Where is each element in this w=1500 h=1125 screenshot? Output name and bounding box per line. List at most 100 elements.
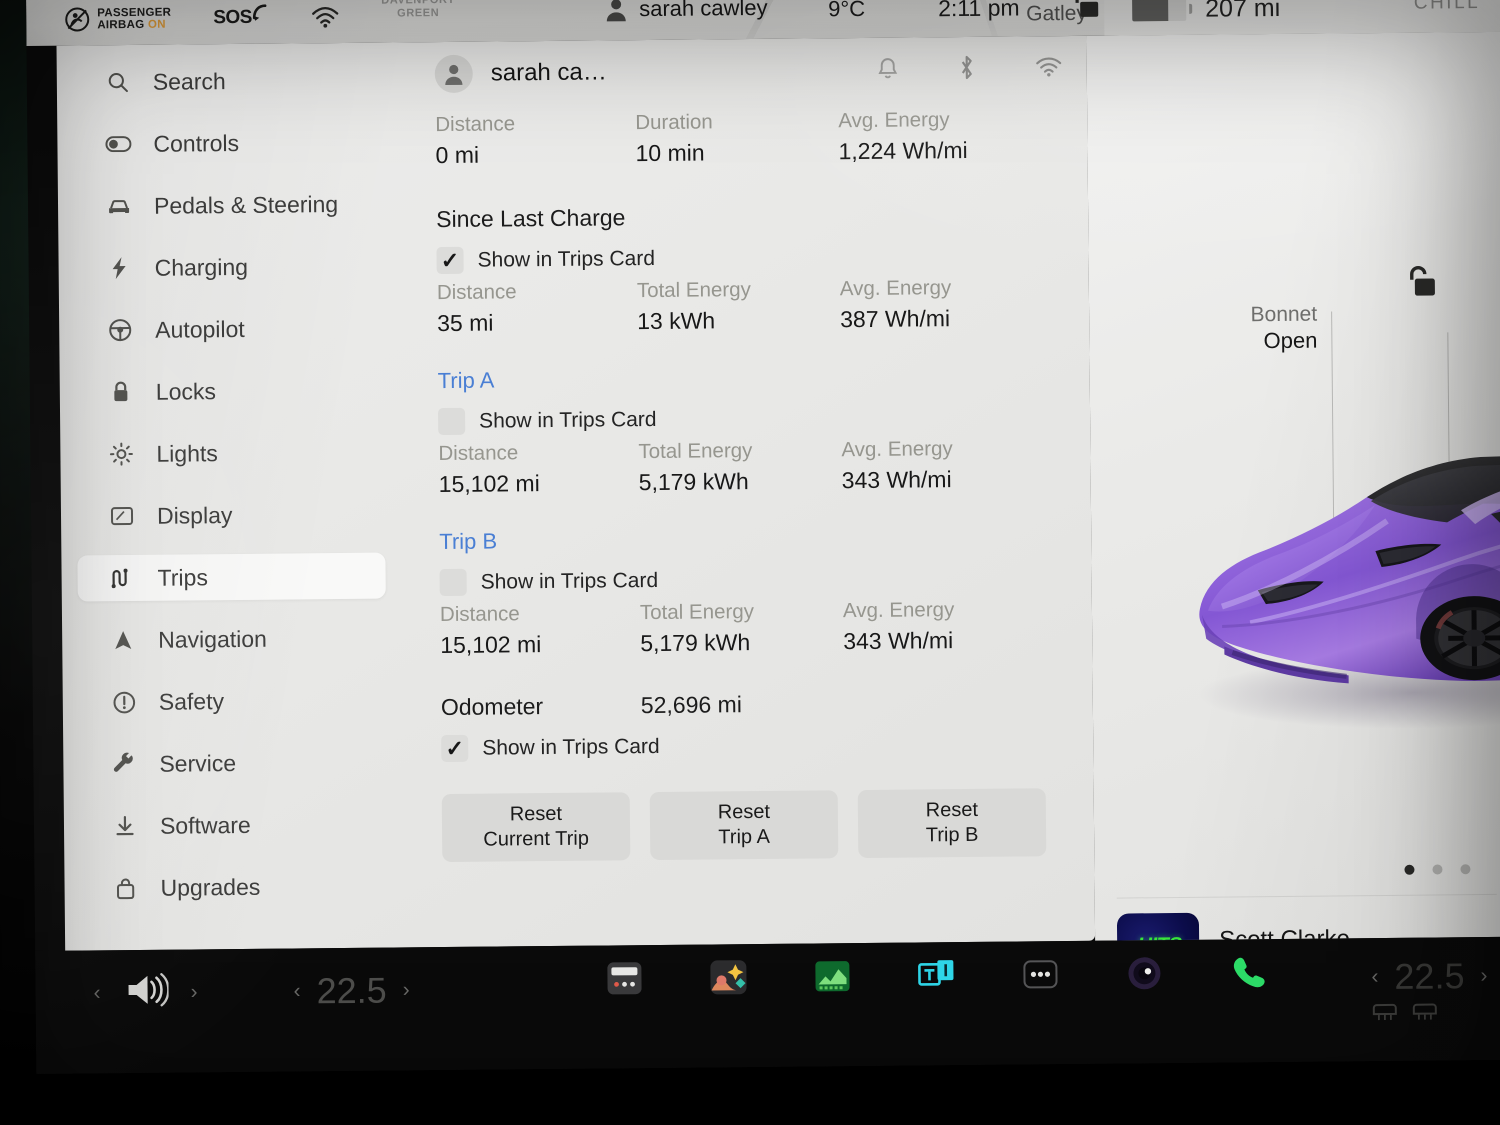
lock-icon	[108, 380, 134, 404]
button-line1: Reset	[925, 798, 979, 822]
seat-heater-right-icon[interactable]	[1412, 1001, 1438, 1026]
page-dot[interactable]	[1404, 864, 1415, 875]
vehicle-lock-status[interactable]	[1066, 0, 1100, 31]
page-indicator-dots[interactable]	[1404, 864, 1471, 875]
dashcam-app-icon[interactable]	[1123, 952, 1165, 994]
stat-value: 15,102 mi	[438, 470, 540, 498]
temp-decrease-button[interactable]: ‹	[293, 979, 300, 1003]
battery-indicator[interactable]: 207 mi	[1132, 0, 1280, 24]
more-app-icon[interactable]	[1019, 953, 1061, 995]
header-status-icons	[877, 54, 1063, 87]
avatar[interactable]	[434, 54, 473, 94]
stat-value: 13 kWh	[637, 307, 716, 335]
temp-increase-button[interactable]: ›	[403, 978, 410, 1002]
page-dot[interactable]	[1432, 864, 1443, 875]
page-dot[interactable]	[1460, 864, 1471, 875]
temp-decrease-button[interactable]: ‹	[1371, 965, 1378, 989]
sidebar-item-navigation[interactable]: Navigation	[78, 615, 386, 664]
photos-app-icon[interactable]	[707, 956, 749, 998]
sidebar-item-service[interactable]: Service	[79, 739, 387, 788]
trips-icon	[110, 567, 136, 589]
stat-block: Avg. Energy 343 Wh/mi	[841, 433, 1074, 495]
media-player-card[interactable]: HITS RADIO MANCHESTER'S BIGGEST HITS Sco…	[1116, 910, 1445, 941]
stat-value: 1,224 Wh/mi	[838, 136, 968, 165]
sos-phone-icon	[252, 4, 267, 21]
person-icon	[606, 0, 626, 22]
stat-block: Avg. Energy 387 Wh/mi	[840, 272, 1073, 334]
sidebar-item-label: Display	[156, 501, 233, 529]
phone-app-icon[interactable]	[1227, 951, 1269, 993]
checkbox[interactable]	[439, 568, 467, 597]
bottom-taskbar: ‹ › ‹ 22.5 › ‹ 22.5 ›	[35, 936, 1500, 1074]
trip-b-stats: Distance 15,102 mi Total Energy 5,179 kW…	[402, 594, 1093, 661]
trip-a-title[interactable]: Trip A	[400, 362, 1090, 395]
button-line2: Trip B	[925, 823, 979, 847]
odometer-value: 52,696 mi	[640, 691, 742, 719]
sidebar-item-label: Charging	[154, 253, 249, 281]
stat-label: Total Energy	[638, 439, 753, 464]
sidebar-item-software[interactable]: Software	[80, 801, 388, 850]
airbag-state: ON	[147, 18, 166, 31]
volume-control[interactable]: ‹ ›	[93, 971, 198, 1013]
reset-trip-a-button[interactable]: Reset Trip A	[649, 790, 839, 861]
passenger-temperature-control[interactable]: ‹ 22.5 ›	[1371, 955, 1487, 998]
sidebar-item-pedals-steering[interactable]: Pedals & Steering	[74, 181, 382, 230]
seat-heater-controls[interactable]	[1372, 1001, 1438, 1027]
wifi-icon[interactable]	[1035, 56, 1063, 83]
sidebar-item-label: Pedals & Steering	[153, 190, 339, 219]
battery-body	[1132, 0, 1187, 22]
sidebar-item-label: Service	[159, 749, 237, 777]
stat-label: Distance	[438, 441, 519, 466]
trip-b-show-in-trips-card[interactable]: Show in Trips Card	[402, 563, 1092, 597]
checkbox[interactable]	[437, 407, 466, 436]
sidebar-item-autopilot[interactable]: Autopilot	[75, 305, 383, 354]
sidebar-item-charging[interactable]: Charging	[74, 243, 382, 292]
trip-a-stats: Distance 15,102 mi Total Energy 5,179 kW…	[400, 433, 1091, 500]
sidebar-item-safety[interactable]: Safety	[79, 677, 387, 726]
reset-current-trip-button[interactable]: Reset Current Trip	[441, 792, 631, 863]
airbag-off-icon	[65, 7, 90, 32]
sidebar-item-controls[interactable]: Controls	[73, 119, 381, 168]
vehicle-visualization-panel: Bonnet Open Scott Clarke	[1086, 31, 1500, 941]
trip-a-show-in-trips-card[interactable]: Show in Trips Card	[400, 402, 1090, 436]
unlocked-padlock-icon	[1075, 0, 1099, 17]
trip-b-title[interactable]: Trip B	[401, 523, 1091, 556]
stat-block: Distance 15,102 mi	[440, 598, 641, 660]
notifications-bell-icon[interactable]	[877, 57, 899, 86]
sidebar-item-upgrades[interactable]: Upgrades	[80, 863, 388, 912]
seat-heater-left-icon[interactable]	[1372, 1002, 1398, 1027]
volume-decrease-button[interactable]: ‹	[93, 981, 100, 1005]
sidebar-item-search[interactable]: Search	[73, 57, 381, 106]
energy-app-icon[interactable]	[811, 955, 853, 997]
battery-cap	[1189, 3, 1193, 14]
odometer-show-in-trips-card[interactable]: ✓ Show in Trips Card	[403, 729, 1093, 763]
stat-value: 343 Wh/mi	[841, 466, 952, 494]
bolt-icon	[107, 256, 133, 280]
download-icon	[112, 815, 138, 837]
wifi-status-icon[interactable]	[310, 5, 340, 29]
stat-value: 0 mi	[435, 141, 480, 169]
since-last-charge-show-in-trips-card[interactable]: ✓ Show in Trips Card	[398, 241, 1088, 275]
driver-temperature-control[interactable]: ‹ 22.5 ›	[293, 969, 409, 1012]
sidebar-item-display[interactable]: Display	[77, 491, 385, 540]
checkbox[interactable]: ✓	[436, 246, 464, 275]
tunein-app-icon[interactable]	[915, 954, 957, 996]
button-line1: Reset	[509, 802, 563, 826]
sidebar-item-lights[interactable]: Lights	[76, 429, 384, 478]
car-unlocked-icon[interactable]	[1399, 260, 1439, 309]
volume-increase-button[interactable]: ›	[190, 980, 197, 1004]
calculator-app-icon[interactable]	[603, 957, 645, 999]
volume-icon[interactable]	[122, 972, 170, 1013]
station-artwork[interactable]: HITS RADIO MANCHESTER'S BIGGEST HITS	[1116, 912, 1200, 941]
driver-profile-button[interactable]: sarah cawley	[604, 0, 768, 22]
checkbox[interactable]: ✓	[441, 734, 469, 763]
vehicle-image[interactable]	[1160, 391, 1500, 755]
sidebar-item-trips[interactable]: Trips	[77, 552, 386, 602]
settings-sidebar: Search Controls Pedals & Steering Chargi…	[56, 42, 405, 950]
temp-increase-button[interactable]: ›	[1480, 964, 1487, 988]
bluetooth-icon[interactable]	[957, 55, 977, 86]
sidebar-item-locks[interactable]: Locks	[76, 367, 384, 416]
reset-trip-b-button[interactable]: Reset Trip B	[857, 788, 1047, 859]
sos-button[interactable]: SOS	[213, 4, 270, 30]
display-icon	[109, 506, 135, 526]
